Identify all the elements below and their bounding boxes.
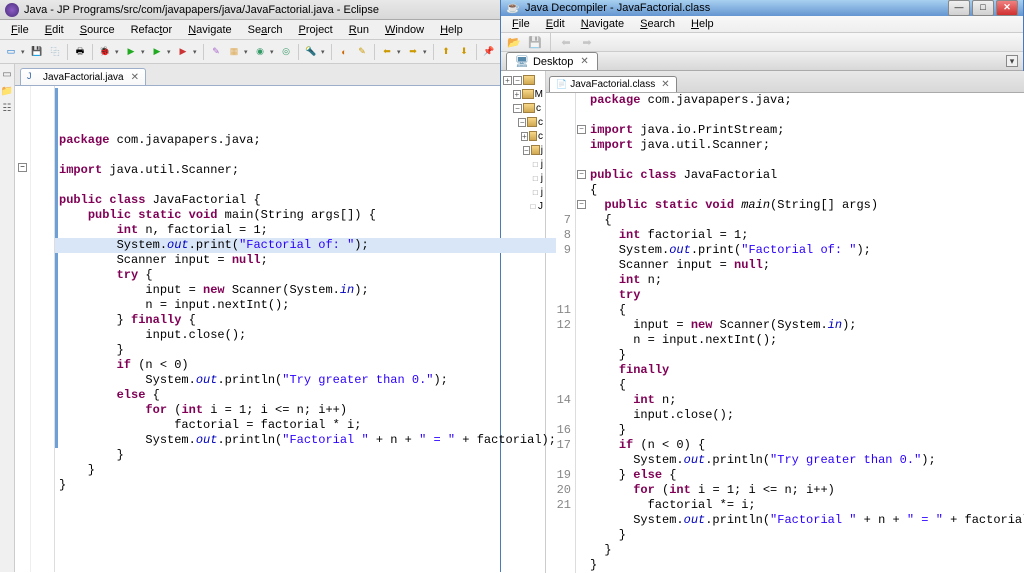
run-icon[interactable]: ▶ — [123, 44, 139, 60]
eclipse-left-trim: ▭ 📁 ☷ — [0, 64, 15, 572]
run-last-icon[interactable]: ▶ — [149, 44, 165, 60]
wand-icon[interactable]: ✎ — [208, 44, 224, 60]
menu-source[interactable]: Source — [72, 22, 123, 38]
pin-icon[interactable]: 📌 — [481, 44, 497, 60]
hierarchy-icon[interactable]: ☷ — [0, 103, 14, 117]
jd-menu-file[interactable]: File — [504, 16, 538, 32]
close-desktop-icon[interactable]: ✕ — [580, 56, 588, 67]
menu-refactor[interactable]: Refactor — [123, 22, 181, 38]
jd-menu-search[interactable]: Search — [632, 16, 683, 32]
jd-menu-navigate[interactable]: Navigate — [573, 16, 632, 32]
save-icon[interactable]: 💾 — [29, 44, 45, 60]
close-tab-icon[interactable]: ✕ — [131, 72, 139, 83]
tab-javafactorial[interactable]: J JavaFactorial.java ✕ — [20, 68, 146, 85]
save-all-icon[interactable]: ⿻ — [47, 44, 63, 60]
fold-collapse-icon[interactable]: − — [577, 170, 586, 179]
jd-fold-column: − − − — [576, 93, 588, 573]
eclipse-tab-bar: J JavaFactorial.java ✕ — [15, 64, 556, 86]
close-icon[interactable]: ✕ — [996, 0, 1018, 16]
eclipse-title-text: Java - JP Programs/src/com/javapapers/ja… — [24, 4, 379, 16]
restore-icon[interactable]: ▭ — [0, 69, 14, 83]
ext-tools-icon[interactable]: ▶ — [175, 44, 191, 60]
eclipse-window: Java - JP Programs/src/com/javapapers/ja… — [0, 0, 500, 572]
fold-collapse-icon[interactable]: − — [18, 163, 27, 172]
eclipse-toolbar: ▭▾ 💾 ⿻ 🖶 🐞▾ ▶▾ ▶▾ ▶▾ ✎ ▦▾ ◉▾ ◎ 🔦▾ ◐ ✎ ⬅▾… — [0, 40, 500, 64]
minimize-icon[interactable]: — — [948, 0, 970, 16]
jd-desktop-tab[interactable]: 🖥 Desktop ✕ — [506, 52, 598, 70]
tab-dropdown-icon[interactable]: ▾ — [1006, 55, 1018, 67]
toggle-mark-icon[interactable]: ✎ — [354, 44, 370, 60]
jd-menubar: File Edit Navigate Search Help — [501, 16, 1023, 33]
jd-class-tab[interactable]: 📄 JavaFactorial.class ✕ — [549, 76, 677, 92]
debug-icon[interactable]: 🐞 — [97, 44, 113, 60]
change-marker — [55, 88, 58, 448]
menu-file[interactable]: File — [3, 22, 37, 38]
menu-search[interactable]: Search — [240, 22, 291, 38]
new-icon[interactable]: ▭ — [3, 44, 19, 60]
menu-help[interactable]: Help — [432, 22, 471, 38]
jd-back-icon[interactable]: ⬅ — [557, 33, 575, 51]
jd-forward-icon[interactable]: ➡ — [578, 33, 596, 51]
eclipse-icon — [5, 3, 19, 17]
task-icon[interactable]: ◐ — [336, 44, 352, 60]
menu-navigate[interactable]: Navigate — [180, 22, 239, 38]
jd-editor[interactable]: 789 1112 14 1617 192021 − − − package co… — [546, 93, 1024, 573]
menu-edit[interactable]: Edit — [37, 22, 72, 38]
class-file-icon: 📄 — [556, 79, 567, 90]
fold-collapse-icon[interactable]: − — [577, 200, 586, 209]
open-type-icon[interactable]: ◎ — [278, 44, 294, 60]
desktop-icon: 🖥 — [515, 55, 529, 68]
new-class-icon[interactable]: ◉ — [252, 44, 268, 60]
expand-icon[interactable]: + — [503, 76, 512, 85]
jd-save-icon[interactable]: 💾 — [526, 33, 544, 51]
search-icon[interactable]: 🔦 — [303, 44, 319, 60]
jd-titlebar[interactable]: ☕ Java Decompiler - JavaFactorial.class … — [501, 0, 1023, 16]
jd-outer-tab-bar: 🖥 Desktop ✕ ▾ — [501, 52, 1023, 71]
tab-label: JavaFactorial.java — [43, 72, 124, 83]
menu-project[interactable]: Project — [291, 22, 341, 38]
package-explorer-icon[interactable]: 📁 — [0, 86, 14, 100]
expand-icon[interactable]: − — [513, 76, 522, 85]
jd-toolbar: 📂 💾 ⬅ ➡ — [501, 33, 1023, 52]
jd-window: ☕ Java Decompiler - JavaFactorial.class … — [500, 0, 1024, 572]
eclipse-code-content[interactable]: package com.javapapers.java; import java… — [59, 133, 556, 493]
menu-window[interactable]: Window — [377, 22, 432, 38]
menu-run[interactable]: Run — [341, 22, 377, 38]
close-tab-icon[interactable]: ✕ — [661, 79, 669, 90]
jd-menu-help[interactable]: Help — [683, 16, 722, 32]
back-icon[interactable]: ⬅ — [379, 44, 395, 60]
eclipse-gutter: − — [15, 86, 55, 572]
jd-title-text: Java Decompiler - JavaFactorial.class — [525, 2, 710, 14]
jd-menu-edit[interactable]: Edit — [538, 16, 573, 32]
prev-annotation-icon[interactable]: ⬆ — [438, 44, 454, 60]
eclipse-menubar: File Edit Source Refactor Navigate Searc… — [0, 20, 500, 40]
java-file-icon: J — [27, 71, 39, 83]
new-package-icon[interactable]: ▦ — [226, 44, 242, 60]
jd-open-icon[interactable]: 📂 — [505, 33, 523, 51]
jd-code-content[interactable]: package com.javapapers.java; import java… — [588, 93, 1024, 573]
eclipse-editor[interactable]: − package com.javapapers.java; import ja… — [15, 86, 556, 572]
forward-icon[interactable]: ➡ — [405, 44, 421, 60]
package-icon — [523, 75, 535, 85]
maximize-icon[interactable]: □ — [972, 0, 994, 16]
jd-inner-tab-bar: 📄 JavaFactorial.class ✕ ▾ — [546, 71, 1024, 93]
eclipse-titlebar: Java - JP Programs/src/com/javapapers/ja… — [0, 0, 500, 20]
print-icon[interactable]: 🖶 — [72, 44, 88, 60]
fold-collapse-icon[interactable]: − — [577, 125, 586, 134]
jd-app-icon: ☕ — [506, 1, 520, 15]
next-annotation-icon[interactable]: ⬇ — [456, 44, 472, 60]
